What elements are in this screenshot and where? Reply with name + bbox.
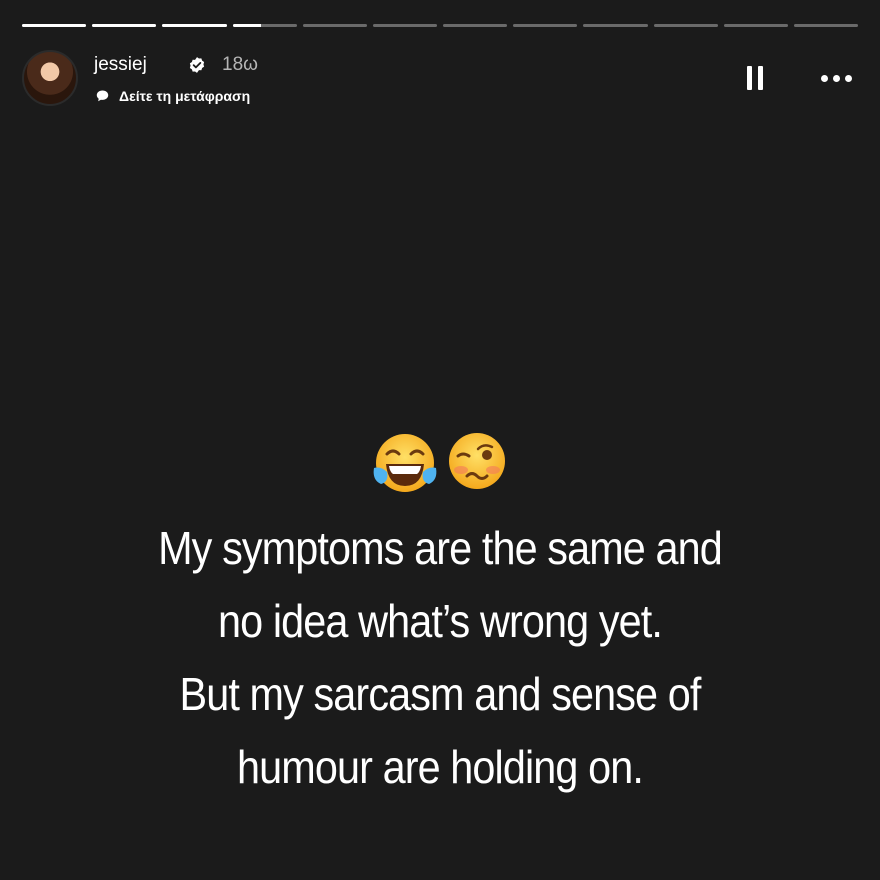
progress-segment [372,24,438,27]
story-caption: My symptoms are the same and no idea wha… [44,512,836,804]
pause-icon [758,66,763,90]
caption-line: humour are holding on. [236,741,644,793]
more-options-icon [832,74,840,82]
caption-line: My symptoms are the same and [158,522,723,574]
progress-segment [723,24,788,27]
progress-segment [793,24,859,27]
caption-emojis [0,430,880,496]
progress-segment-fill [92,24,157,27]
caption-line: no idea what’s wrong yet. [218,595,663,647]
progress-segment [583,24,648,27]
progress-segment [92,24,157,27]
story-progress-bar [22,24,859,28]
more-options-button[interactable] [814,68,858,88]
progress-segment-fill [22,24,87,27]
caption-line: But my sarcasm and sense of [179,668,701,720]
progress-segment-fill [232,24,262,27]
username[interactable]: jessiej [94,54,147,76]
progress-segment [162,24,227,27]
see-translation-link[interactable]: Δείτε τη μετάφραση [96,88,250,104]
tears-of-joy-emoji-icon [373,434,437,492]
progress-segment [302,24,367,27]
see-translation-label: Δείτε τη μετάφραση [119,88,251,104]
pause-icon [747,66,752,90]
progress-segment [653,24,718,27]
post-time: 18ω [222,54,258,75]
progress-segment [232,24,297,27]
more-options-icon [820,74,828,82]
profile-avatar[interactable] [22,50,78,106]
progress-segment-fill [162,24,227,27]
more-options-icon [844,74,852,82]
speech-bubble-icon [96,90,109,102]
pause-button[interactable] [744,66,766,92]
progress-segment [443,24,508,27]
progress-segment [513,24,578,27]
verified-badge-icon [189,57,205,73]
story-header: jessiej 18ω Δείτε τη μετάφραση [22,48,858,110]
story-viewer: jessiej 18ω Δείτε τη μετάφραση My sympto… [0,0,880,880]
woozy-face-emoji-icon [449,433,505,489]
progress-segment [22,24,87,27]
